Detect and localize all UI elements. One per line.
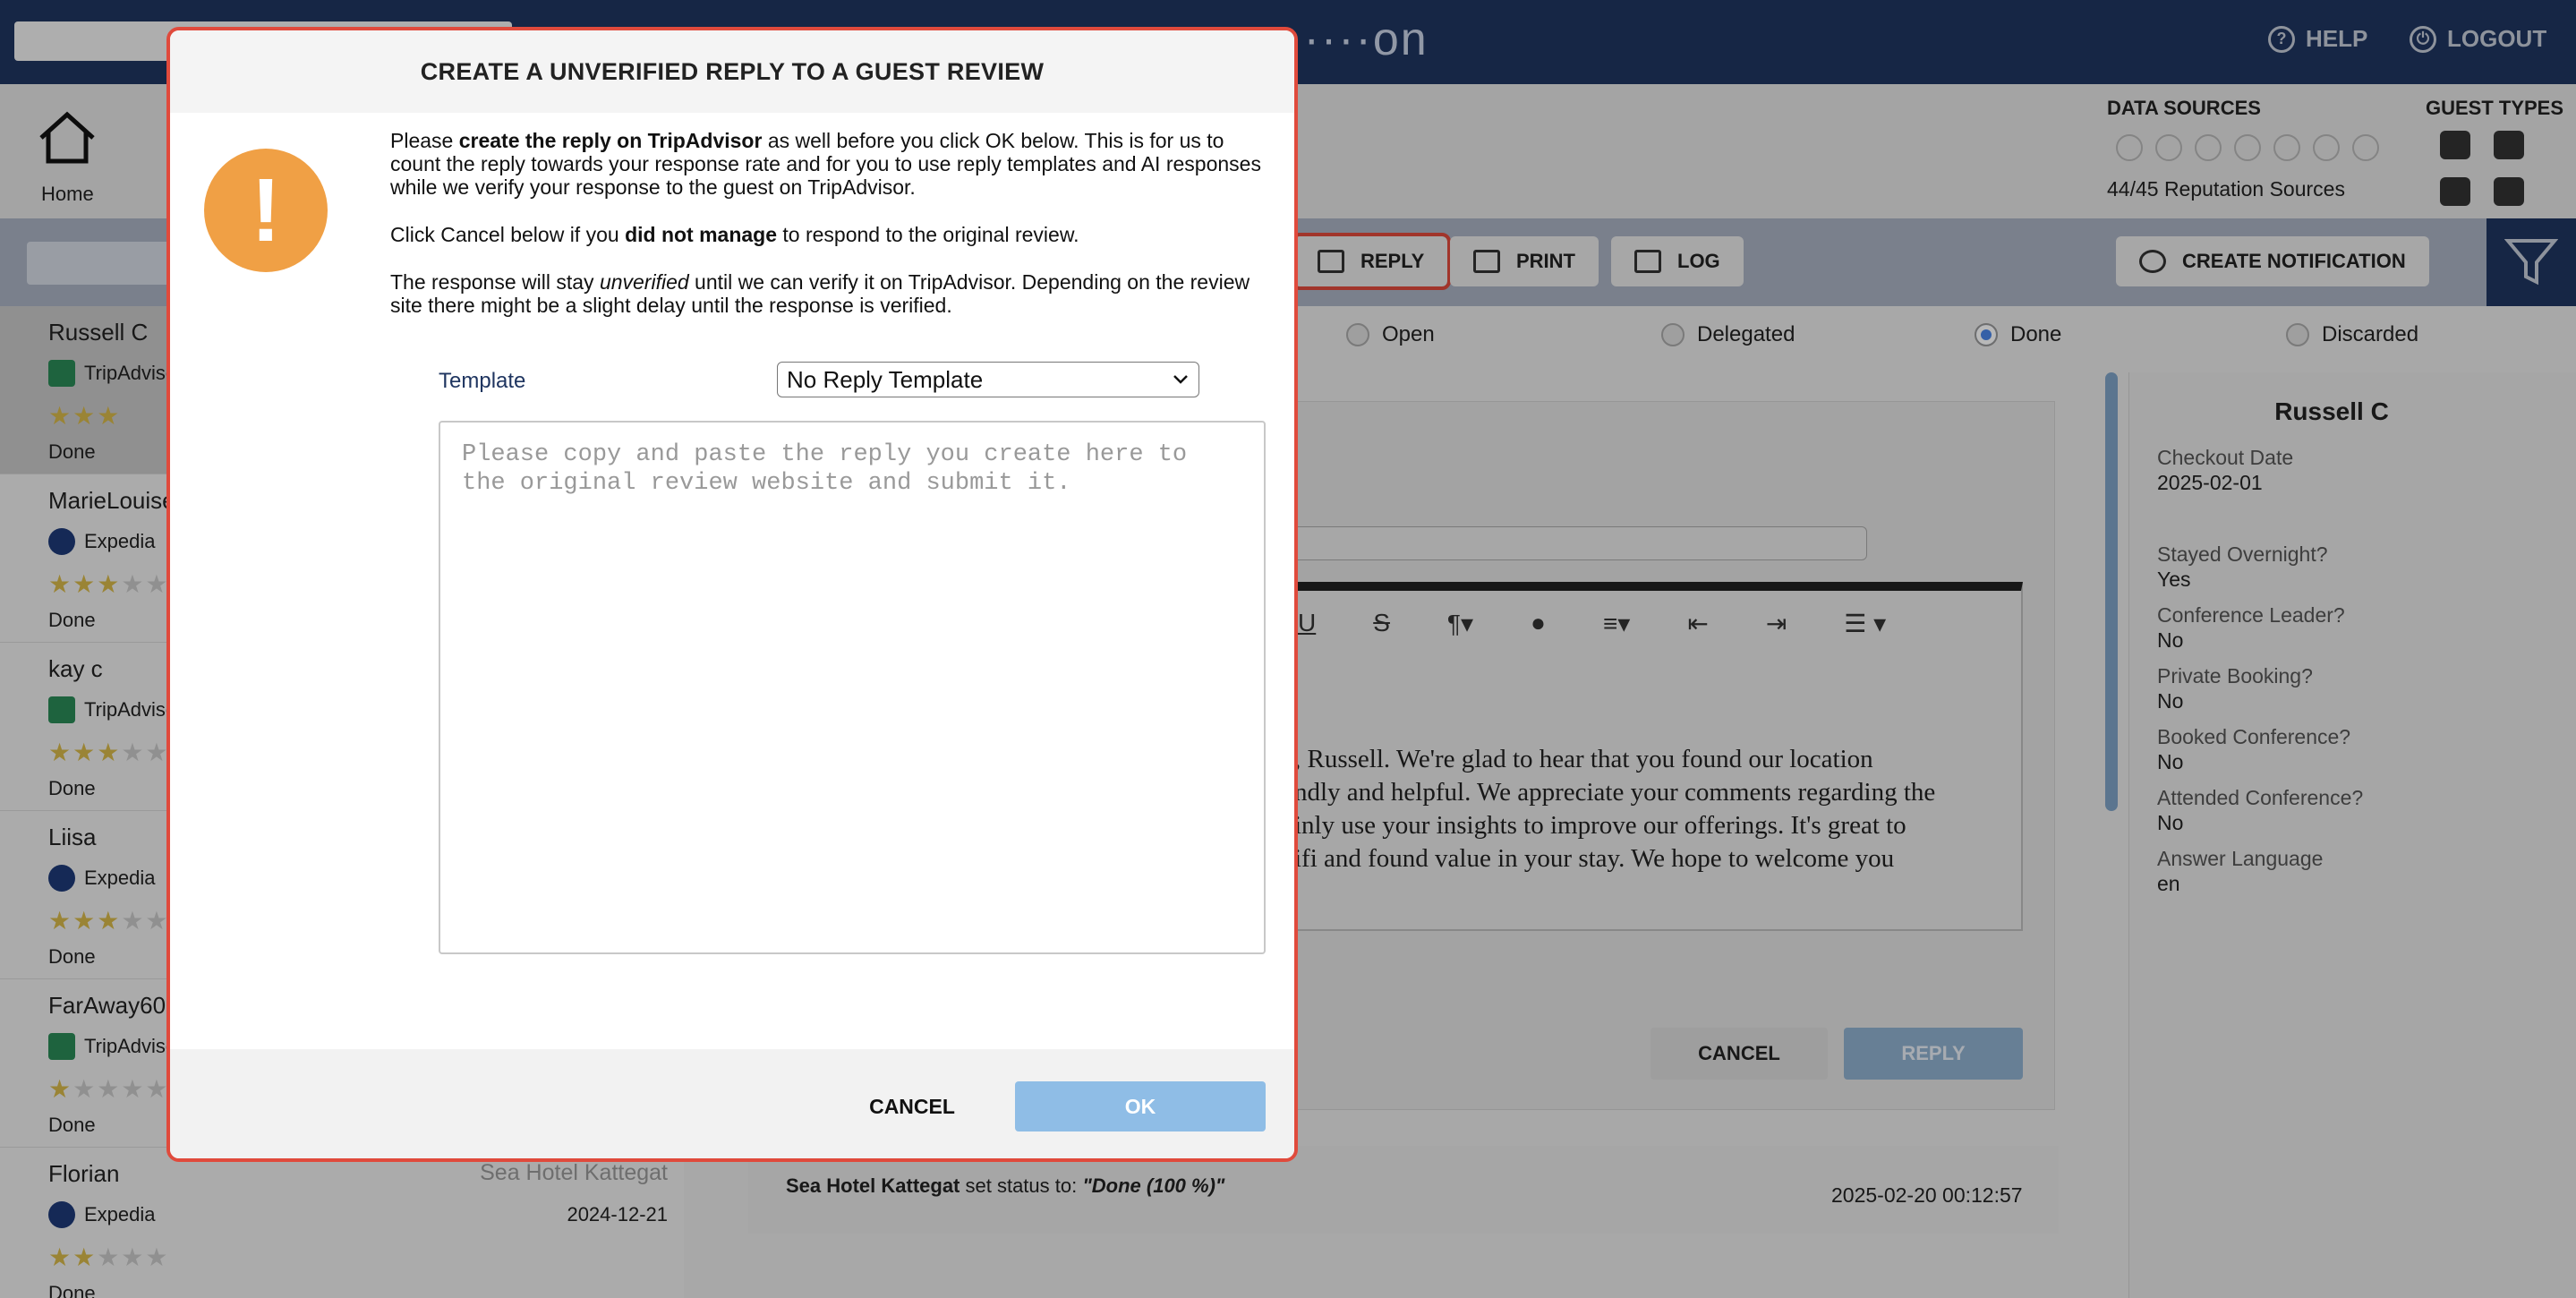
text-span: to respond to the original review.: [777, 223, 1079, 246]
reply-textarea[interactable]: [439, 421, 1266, 954]
dialog-cancel-button[interactable]: CANCEL: [800, 1081, 1024, 1131]
template-select[interactable]: No Reply Template: [777, 362, 1199, 397]
text-span: The response will stay: [390, 270, 600, 294]
template-select-value: No Reply Template: [787, 365, 984, 393]
text-span: Click Cancel below if you: [390, 223, 626, 246]
template-label: Template: [439, 369, 526, 393]
dialog-paragraph: Click Cancel below if you did not manage…: [390, 223, 1276, 246]
text-bold: did not manage: [625, 223, 778, 246]
dialog-ok-button[interactable]: OK: [1015, 1081, 1266, 1131]
dialog-paragraph: The response will stay unverified until …: [390, 270, 1276, 317]
chevron-down-icon: [1173, 375, 1188, 384]
unverified-reply-dialog: CREATE A UNVERIFIED REPLY TO A GUEST REV…: [166, 27, 1298, 1162]
dialog-message: Please create the reply on TripAdvisor a…: [390, 129, 1276, 341]
text-bold: create the reply on TripAdvisor: [458, 129, 763, 152]
dialog-paragraph: Please create the reply on TripAdvisor a…: [390, 129, 1276, 199]
text-span: Please: [390, 129, 459, 152]
dialog-title: CREATE A UNVERIFIED REPLY TO A GUEST REV…: [170, 30, 1294, 113]
warning-icon: !: [204, 149, 328, 272]
text-italic: unverified: [599, 270, 689, 294]
